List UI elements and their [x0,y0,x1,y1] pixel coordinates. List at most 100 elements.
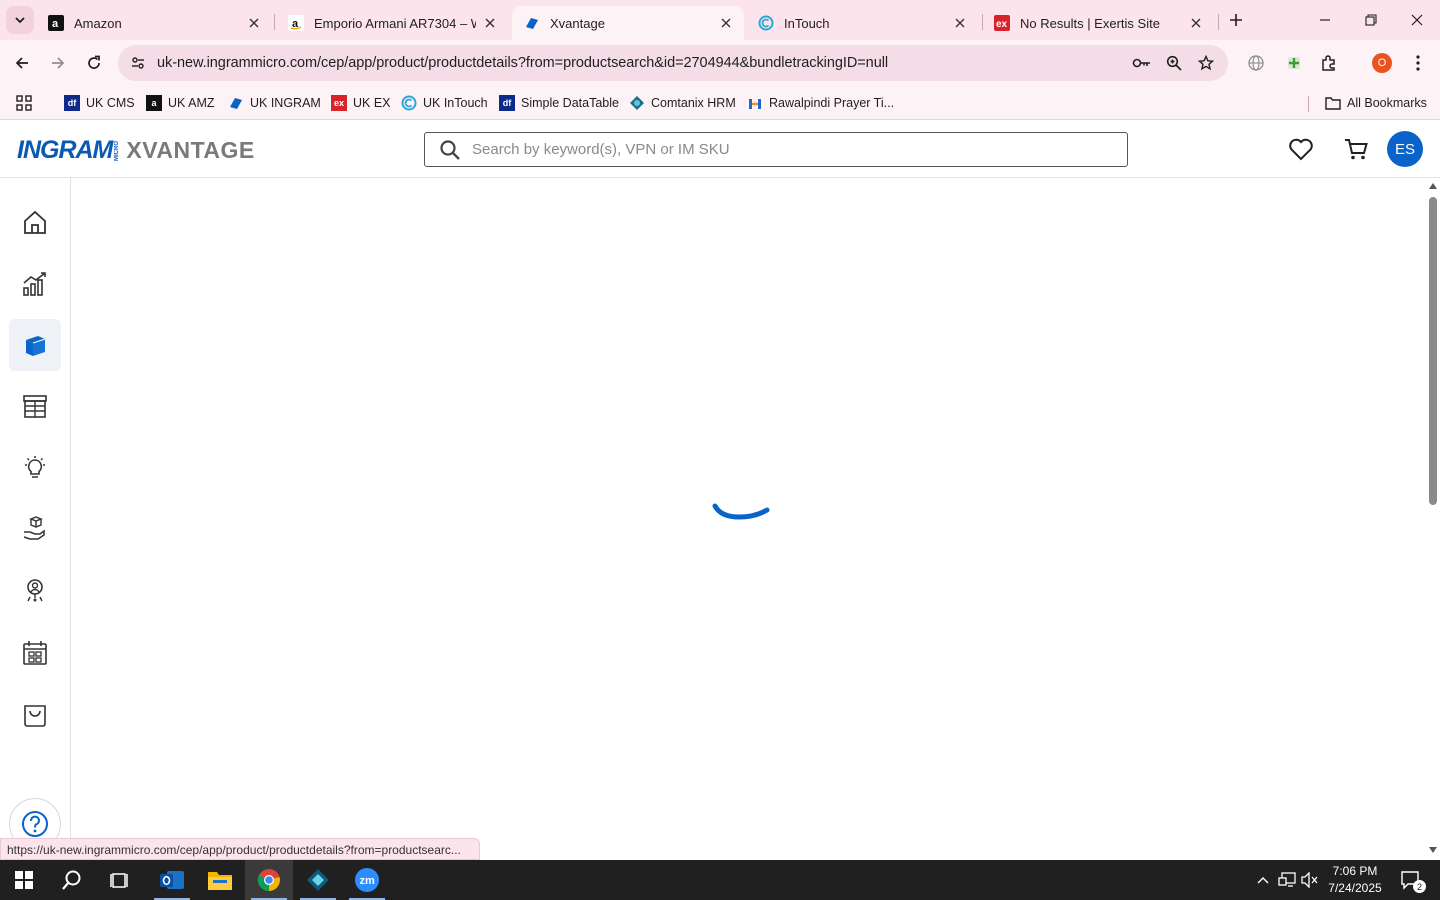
shopping-bag-icon [24,705,46,727]
store-icon [23,395,47,418]
sidebar-item-calendar[interactable] [9,627,61,679]
clock-time: 7:06 PM [1332,864,1378,878]
bookmark-label: UK AMZ [168,96,215,110]
search-icon[interactable] [439,139,461,161]
taskbar-search-button[interactable] [48,860,96,900]
close-icon[interactable] [246,15,262,31]
close-icon[interactable] [952,15,968,31]
bookmark-uk-intouch[interactable]: UK InTouch [401,92,488,114]
scroll-up-arrow-icon[interactable] [1428,181,1438,191]
tab-amazon[interactable]: a Amazon [36,6,272,40]
bookmark-uk-cms[interactable]: df UK CMS [64,92,135,114]
ingram-xvantage-logo[interactable]: INGRAM MICRO XVANTAGE [17,136,255,165]
browser-tab-strip: a Amazon a Emporio Armani AR7304 – Wri X… [0,0,1440,40]
product-search [424,132,1128,167]
tab-emporio-armani[interactable]: a Emporio Armani AR7304 – Wri [276,6,508,40]
bookmark-label: Rawalpindi Prayer Ti... [769,96,895,110]
url-text[interactable]: uk-new.ingrammicro.com/cep/app/product/p… [157,55,888,71]
back-button[interactable] [8,49,36,77]
password-key-icon[interactable] [1132,53,1152,73]
intouch-icon [758,15,774,31]
chevron-down-icon [15,17,25,24]
chrome-icon [257,869,280,892]
taskbar-zoom[interactable]: zm [343,860,391,900]
page-scrollbar[interactable] [1426,178,1440,860]
bookmark-label: UK CMS [86,96,135,110]
scrollbar-thumb[interactable] [1429,197,1437,505]
zoom-app-icon: zm [355,868,379,892]
apps-grid-icon[interactable] [16,92,32,114]
network-tray-icon[interactable] [1276,860,1298,900]
all-bookmarks-button[interactable]: All Bookmarks [1325,92,1427,114]
ingram-icon [524,15,540,31]
taskbar-chrome[interactable] [245,860,293,900]
exertis-icon: ex [331,95,347,111]
notification-center-button[interactable]: 2 [1396,860,1426,900]
tab-search-button[interactable] [6,6,34,34]
bookmark-comtanix-hrm[interactable]: Comtanix HRM [629,92,736,114]
translate-globe-icon[interactable] [1244,51,1268,75]
volume-tray-icon[interactable] [1299,860,1321,900]
cart-icon[interactable] [1341,134,1371,164]
amazon-icon: a [146,95,162,111]
profile-avatar[interactable]: O [1372,53,1392,73]
restore-button[interactable] [1348,0,1394,40]
show-hidden-icons-button[interactable] [1252,860,1274,900]
bookmark-uk-ingram[interactable]: UK INGRAM [228,92,321,114]
extensions-icon[interactable] [1317,51,1341,75]
reload-button[interactable] [80,49,108,77]
minimize-icon [1320,19,1330,21]
sidebar-item-support[interactable] [9,565,61,617]
prayer-icon [747,95,763,111]
help-question-icon [22,811,48,837]
sidebar-item-insights[interactable] [9,442,61,494]
bookmark-simple-datatable[interactable]: df Simple DataTable [499,92,619,114]
sidebar-item-home[interactable] [9,196,61,248]
close-icon[interactable] [482,15,498,31]
zoom-icon[interactable] [1164,53,1184,73]
ingram-icon [228,95,244,111]
intouch-icon [401,95,417,111]
extension-puzzle-plus-icon[interactable] [1282,51,1306,75]
folder-icon [208,872,232,890]
amazon-icon: a [288,15,304,31]
start-button[interactable] [0,860,48,900]
bookmark-label: UK EX [353,96,391,110]
close-icon[interactable] [718,15,734,31]
taskbar-app-diamond[interactable] [294,860,342,900]
task-view-button[interactable] [96,860,144,900]
taskbar-clock[interactable]: 7:06 PM 7/24/2025 [1320,863,1390,897]
menu-dots-icon[interactable] [1406,51,1430,75]
bookmark-label: Comtanix HRM [651,96,736,110]
bookmark-uk-amz[interactable]: a UK AMZ [146,92,215,114]
sidebar-item-orders[interactable] [9,689,61,741]
forward-button[interactable] [44,49,72,77]
user-avatar[interactable]: ES [1387,131,1423,167]
tab-intouch[interactable]: InTouch [746,6,978,40]
bookmark-uk-ex[interactable]: ex UK EX [331,92,391,114]
close-icon[interactable] [1188,15,1204,31]
tab-title: Amazon [74,15,122,31]
bookmark-rawalpindi-prayer[interactable]: Rawalpindi Prayer Ti... [747,92,894,114]
sidebar-item-store[interactable] [9,380,61,432]
arrow-right-icon [52,57,65,69]
tab-separator [274,14,275,30]
taskbar-outlook[interactable] [148,860,196,900]
bookmark-star-icon[interactable] [1196,53,1216,73]
wishlist-heart-icon[interactable] [1286,134,1316,164]
taskbar-file-explorer[interactable] [196,860,244,900]
sidebar-item-services[interactable] [9,503,61,555]
search-input[interactable] [472,134,1112,165]
minimize-button[interactable] [1302,0,1348,40]
tab-exertis[interactable]: ex No Results | Exertis Site [982,6,1214,40]
sidebar-item-analytics[interactable] [9,258,61,310]
address-bar[interactable]: uk-new.ingrammicro.com/cep/app/product/p… [118,45,1228,81]
calendar-icon [23,641,47,665]
tab-xvantage[interactable]: Xvantage [512,6,744,40]
site-info-icon[interactable] [126,51,150,75]
scroll-down-arrow-icon[interactable] [1428,845,1438,855]
new-tab-button[interactable] [1224,8,1248,32]
logo-xvantage-text: XVANTAGE [126,137,255,163]
sidebar-item-products[interactable] [9,319,61,371]
close-window-button[interactable] [1394,0,1440,40]
